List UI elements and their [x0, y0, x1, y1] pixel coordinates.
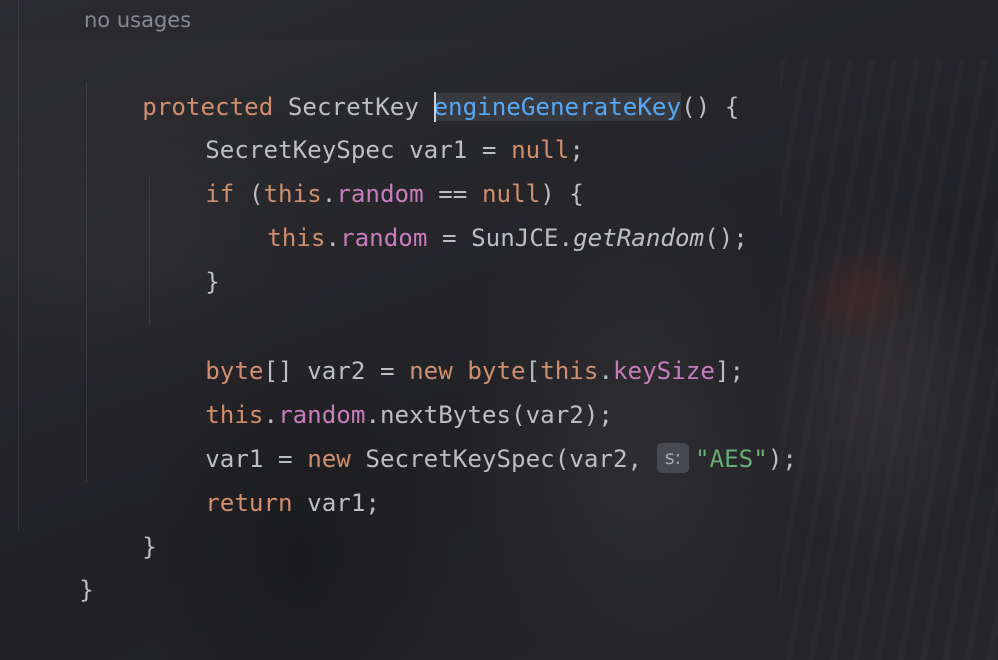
token: ]; [714, 357, 745, 385]
token: "AES" [695, 445, 768, 473]
code-line-12[interactable]: } [21, 524, 94, 604]
token: keySize [613, 357, 715, 385]
token: var1; [292, 489, 380, 517]
token: this [267, 224, 326, 252]
code-line-5[interactable]: } [147, 216, 220, 296]
code-line-7[interactable]: byte[] var2 = new byte[this.keySize]; [147, 305, 744, 385]
token: (); [704, 224, 748, 252]
code-line-8[interactable]: this.random.nextBytes(var2); [147, 349, 613, 429]
code-line-1[interactable]: protected SecretKey engineGenerateKey() … [84, 41, 739, 122]
token: ); [767, 445, 797, 473]
token: () { [681, 93, 740, 121]
token: return [205, 489, 293, 517]
usages-hint[interactable]: no usages [84, 0, 191, 42]
code-line-9[interactable]: var1 = new SecretKeySpec(var2, s: "AES"); [147, 393, 797, 473]
code-line-3[interactable]: if (this.random == null) { [147, 128, 584, 208]
token: } [79, 576, 94, 604]
token: } [142, 533, 157, 561]
token: getRandom [573, 224, 705, 252]
token: } [205, 268, 220, 296]
parameter-name-hint[interactable]: s: [656, 443, 689, 473]
token: = SunJCE. [427, 224, 574, 252]
token: . [325, 224, 341, 252]
indent-guide [18, 0, 19, 530]
token: random [340, 224, 428, 252]
code-line-4[interactable]: this.random = SunJCE.getRandom(); [209, 172, 748, 252]
code-line-10[interactable]: return var1; [147, 437, 380, 517]
code-line-2[interactable]: SecretKeySpec var1 = null; [147, 84, 584, 164]
token: SecretKeySpec(var2, [350, 445, 657, 473]
code-line-11[interactable]: } [84, 481, 157, 561]
